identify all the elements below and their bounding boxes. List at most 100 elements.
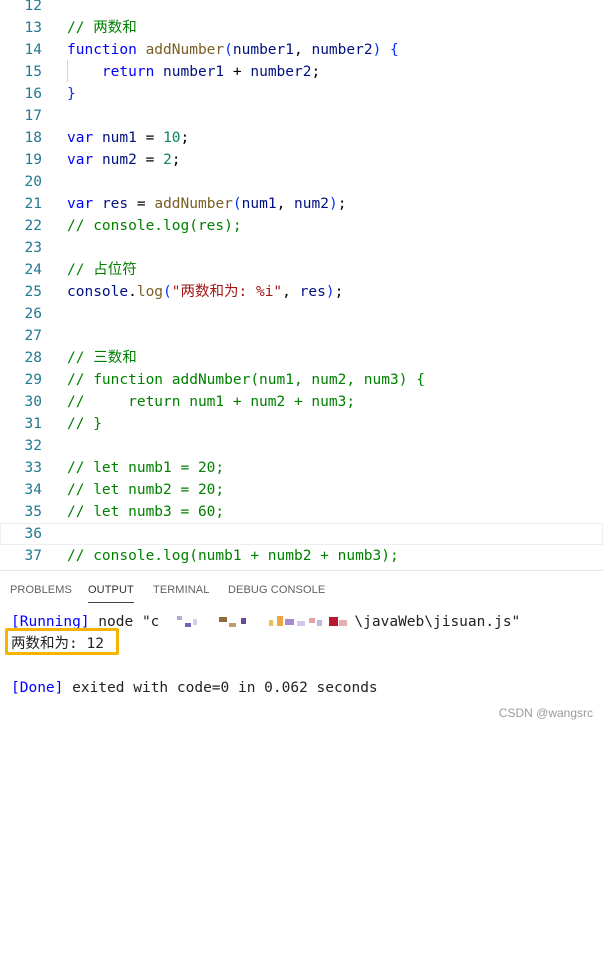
code-line[interactable]: 14 function addNumber(number1, number2) { bbox=[0, 39, 603, 61]
code-token: console bbox=[67, 284, 129, 300]
line-number: 26 bbox=[24, 306, 42, 322]
code-token: // 占位符 bbox=[67, 262, 137, 278]
code-token: return bbox=[101, 64, 155, 80]
line-number: 12 bbox=[24, 0, 42, 14]
line-number: 13 bbox=[24, 20, 42, 36]
code-token: ( bbox=[232, 196, 242, 212]
done-message: exited with code=0 in 0.062 seconds bbox=[63, 680, 378, 696]
code-line[interactable]: 31 // } bbox=[0, 413, 603, 435]
line-number: 28 bbox=[24, 350, 42, 366]
code-token: ; bbox=[334, 284, 344, 300]
line-code: // console.log(res); bbox=[67, 215, 242, 237]
code-token: , bbox=[282, 284, 300, 300]
line-number: 30 bbox=[24, 394, 42, 410]
output-done-line: [Done] exited with code=0 in 0.062 secon… bbox=[11, 677, 378, 699]
code-editor[interactable]: 12 13 // 两数和 14 function addNumber(number1, … bbox=[0, 0, 603, 570]
code-token: // 三数和 bbox=[67, 350, 137, 366]
line-number: 33 bbox=[24, 460, 42, 476]
code-token: num1 bbox=[241, 196, 277, 212]
code-token: = bbox=[128, 196, 155, 212]
code-token: addNumber bbox=[154, 196, 233, 212]
code-token: // function addNumber(num1, num2, num3) … bbox=[67, 372, 425, 388]
code-token: 2 bbox=[163, 152, 172, 168]
code-line[interactable]: 13 // 两数和 bbox=[0, 17, 603, 39]
code-token: ) bbox=[328, 196, 338, 212]
line-code: return number1 + number2; bbox=[67, 61, 320, 83]
code-line[interactable]: 18 var num1 = 10; bbox=[0, 127, 603, 149]
line-number: 21 bbox=[24, 196, 42, 212]
indent-guide bbox=[67, 60, 68, 82]
code-token: ; bbox=[180, 130, 190, 146]
code-line[interactable]: 24 // 占位符 bbox=[0, 259, 603, 281]
code-token: { bbox=[390, 42, 399, 58]
line-code: var res = addNumber(num1, num2); bbox=[67, 193, 346, 215]
code-line[interactable]: 15 return number1 + number2; bbox=[0, 61, 603, 83]
watermark: CSDN @wangsrc bbox=[498, 706, 593, 720]
code-line[interactable]: 34 // let numb2 = 20; bbox=[0, 479, 603, 501]
code-token: num2 bbox=[294, 196, 329, 212]
line-number: 14 bbox=[24, 42, 42, 58]
tab-debug-console[interactable]: DEBUG CONSOLE bbox=[228, 584, 325, 596]
code-line[interactable]: 20 bbox=[0, 171, 603, 193]
tab-terminal[interactable]: TERMINAL bbox=[153, 584, 209, 596]
line-code: console.log("两数和为: %i", res); bbox=[67, 281, 343, 303]
line-number: 15 bbox=[24, 64, 42, 80]
code-token: var bbox=[67, 196, 94, 212]
code-token: // console.log(res); bbox=[67, 218, 242, 234]
code-token: "两数和为: %i" bbox=[171, 284, 283, 300]
code-token: ; bbox=[311, 64, 321, 80]
tab-output[interactable]: OUTPUT bbox=[88, 584, 134, 603]
code-line[interactable]: 25 console.log("两数和为: %i", res); bbox=[0, 281, 603, 303]
code-token: , bbox=[276, 196, 295, 212]
line-code: } bbox=[67, 83, 76, 105]
code-token: log bbox=[136, 284, 164, 300]
code-token: res bbox=[101, 196, 129, 212]
code-token: , bbox=[294, 42, 312, 58]
code-line[interactable]: 12 bbox=[0, 0, 603, 17]
code-token: // let numb2 = 20; bbox=[67, 482, 225, 498]
code-token: // } bbox=[67, 416, 102, 432]
code-token: ; bbox=[337, 196, 347, 212]
code-token: // return num1 + num2 + num3; bbox=[67, 394, 356, 410]
code-line[interactable]: 30 // return num1 + num2 + num3; bbox=[0, 391, 603, 413]
line-code: // return num1 + num2 + num3; bbox=[67, 391, 355, 413]
code-line[interactable]: 26 bbox=[0, 303, 603, 325]
line-number: 35 bbox=[24, 504, 42, 520]
line-number: 18 bbox=[24, 130, 42, 146]
code-line[interactable]: 22 // console.log(res); bbox=[0, 215, 603, 237]
line-number: 37 bbox=[24, 548, 42, 564]
code-line[interactable]: 21 var res = addNumber(num1, num2); bbox=[0, 193, 603, 215]
line-number: 23 bbox=[24, 240, 42, 256]
code-line[interactable]: 37 // console.log(numb1 + numb2 + numb3); bbox=[0, 545, 603, 567]
code-line[interactable]: 33 // let numb1 = 20; bbox=[0, 457, 603, 479]
code-token: } bbox=[67, 86, 76, 102]
tab-problems[interactable]: PROBLEMS bbox=[10, 584, 72, 596]
code-line[interactable]: 17 bbox=[0, 105, 603, 127]
code-line[interactable]: 29 // function addNumber(num1, num2, num3… bbox=[0, 369, 603, 391]
code-line[interactable]: 28 // 三数和 bbox=[0, 347, 603, 369]
code-token: number2 bbox=[250, 64, 312, 80]
code-token: = bbox=[136, 130, 164, 146]
code-line[interactable]: 19 var num2 = 2; bbox=[0, 149, 603, 171]
line-code: // console.log(numb1 + numb2 + numb3); bbox=[67, 545, 399, 567]
code-token: ) bbox=[325, 284, 335, 300]
code-token: . bbox=[128, 284, 137, 300]
code-line[interactable]: 23 bbox=[0, 237, 603, 259]
code-token: ) bbox=[372, 42, 382, 58]
code-token: function bbox=[67, 42, 137, 58]
code-token: var bbox=[67, 130, 94, 146]
code-line[interactable]: 27 bbox=[0, 325, 603, 347]
line-code: // let numb1 = 20; bbox=[67, 457, 224, 479]
code-line[interactable]: 36 bbox=[0, 523, 603, 545]
code-line[interactable]: 32 bbox=[0, 435, 603, 457]
code-token: number1 bbox=[232, 42, 294, 58]
line-number: 20 bbox=[24, 174, 42, 190]
line-code: // 占位符 bbox=[67, 259, 137, 281]
code-line[interactable]: 16} bbox=[0, 83, 603, 105]
code-line[interactable]: 35 // let numb3 = 60; bbox=[0, 501, 603, 523]
